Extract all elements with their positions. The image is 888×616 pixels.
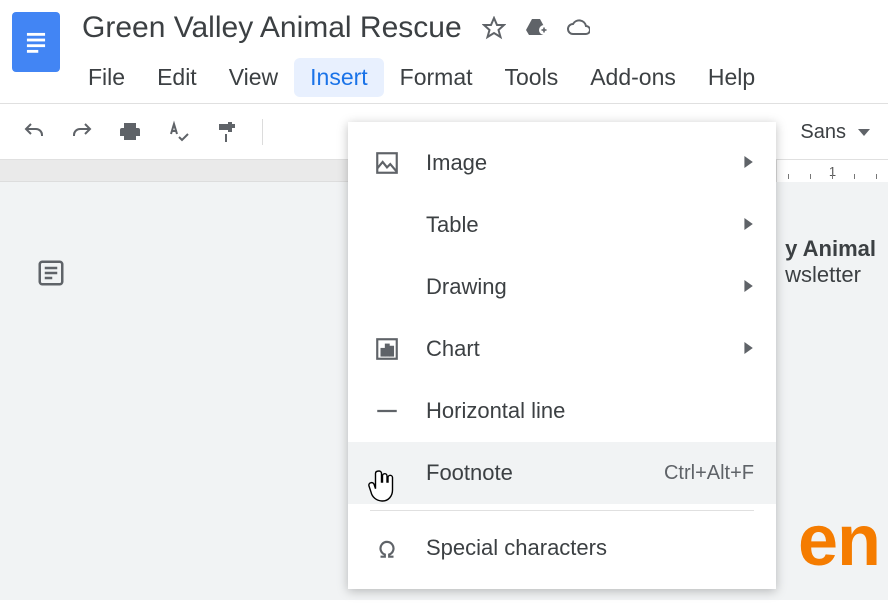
image-icon [370,150,404,176]
chevron-right-icon [742,279,754,295]
doc-orange-fragment: en [798,500,880,582]
menu-item-image[interactable]: Image [348,132,776,194]
menu-item-shortcut: Ctrl+Alt+F [664,462,754,485]
menu-separator [370,510,754,511]
menubar: File Edit View Insert Format Tools Add-o… [72,58,888,97]
menu-item-drawing[interactable]: Drawing [348,256,776,318]
menu-item-label: Drawing [426,274,754,300]
font-name-label: Sans [800,121,846,144]
chevron-right-icon [742,341,754,357]
menu-item-horizontal-line[interactable]: Horizontal line [348,380,776,442]
toolbar-separator [262,119,263,145]
insert-menu-dropdown: Image Table Drawing Chart Horizontal lin… [348,122,776,589]
menu-item-label: Table [426,212,754,238]
title-row: Green Valley Animal Rescue [78,8,888,48]
chevron-right-icon [742,155,754,171]
document-title[interactable]: Green Valley Animal Rescue [78,8,466,48]
cloud-saved-icon[interactable] [564,14,592,42]
menu-item-label: Footnote [426,460,664,486]
font-family-select[interactable]: Sans [800,104,870,160]
chevron-right-icon [742,217,754,233]
title-area: Green Valley Animal Rescue [78,8,888,97]
doc-heading-fragment: y Animal [785,236,876,262]
menu-item-label: Chart [426,336,754,362]
doc-subheading-fragment: wsletter [785,262,876,288]
omega-icon [370,535,404,561]
redo-button[interactable] [64,114,100,150]
undo-button[interactable] [16,114,52,150]
menu-format[interactable]: Format [384,58,489,97]
menu-item-label: Special characters [426,535,754,561]
ruler-segment: 1 [776,160,888,182]
star-icon[interactable] [480,14,508,42]
document-visible-text: y Animal wsletter [785,236,876,288]
horizontal-line-icon [370,398,404,424]
menu-edit[interactable]: Edit [141,58,213,97]
paint-format-button[interactable] [208,114,244,150]
menu-help[interactable]: Help [692,58,771,97]
document-outline-button[interactable] [34,256,68,290]
menu-item-table[interactable]: Table [348,194,776,256]
menu-tools[interactable]: Tools [489,58,575,97]
menu-file[interactable]: File [72,58,141,97]
menu-item-label: Horizontal line [426,398,754,424]
docs-document-icon [22,25,50,59]
spellcheck-button[interactable] [160,114,196,150]
menu-item-chart[interactable]: Chart [348,318,776,380]
drive-add-icon[interactable] [522,14,550,42]
chevron-down-icon [858,129,870,136]
docs-logo[interactable] [12,12,60,72]
menu-view[interactable]: View [213,58,294,97]
chart-icon [370,336,404,362]
menu-item-footnote[interactable]: Footnote Ctrl+Alt+F [348,442,776,504]
menu-insert[interactable]: Insert [294,58,384,97]
menu-item-label: Image [426,150,754,176]
menu-addons[interactable]: Add-ons [574,58,692,97]
menu-item-special-characters[interactable]: Special characters [348,517,776,579]
header: Green Valley Animal Rescue [0,0,888,97]
print-button[interactable] [112,114,148,150]
